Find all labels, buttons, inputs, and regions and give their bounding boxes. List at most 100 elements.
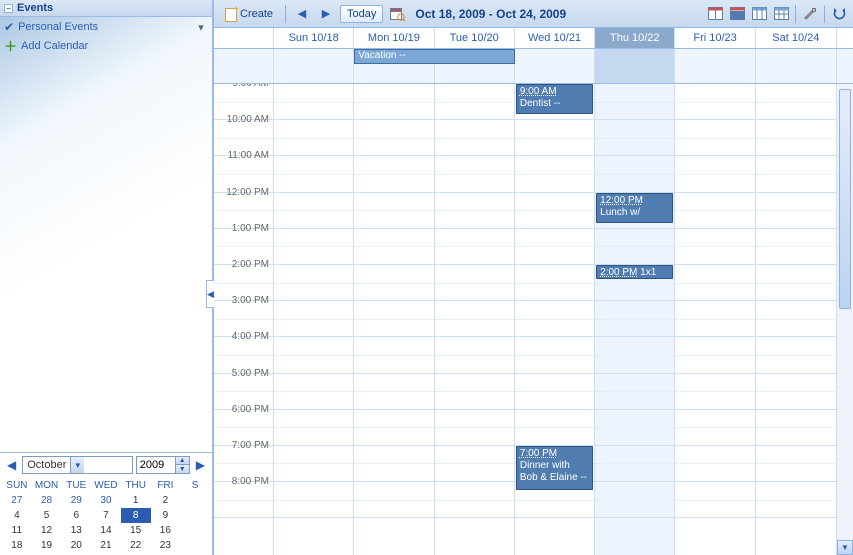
minical-day[interactable]: 14 — [91, 523, 121, 538]
year-input[interactable] — [137, 459, 175, 471]
new-doc-icon — [224, 7, 237, 21]
create-button[interactable]: Create — [218, 4, 279, 24]
day-header[interactable]: Wed 10/21 — [515, 28, 595, 48]
calendar-event[interactable]: 12:00 PMLunch w/ — [596, 193, 673, 223]
calendar-personal-events[interactable]: ✔ Personal Events ▾ — [4, 19, 208, 35]
hour-label: 7:00 PM — [232, 440, 269, 451]
minical-day — [180, 523, 210, 538]
day-header[interactable]: Mon 10/19 — [354, 28, 434, 48]
goto-date-button[interactable] — [387, 4, 407, 24]
next-week-button[interactable]: ▶ — [316, 4, 336, 24]
scrollbar-thumb[interactable] — [839, 89, 851, 309]
add-calendar-label: Add Calendar — [21, 40, 88, 52]
calendar-list: ✔ Personal Events ▾ ＋ Add Calendar — [0, 17, 212, 58]
minical-day[interactable]: 23 — [151, 538, 181, 553]
settings-button[interactable] — [800, 4, 820, 24]
day-header-row: Sun 10/18Mon 10/19Tue 10/20Wed 10/21Thu … — [214, 28, 853, 49]
minical-day[interactable]: 2 — [151, 493, 181, 508]
view-workweek-button[interactable] — [727, 4, 747, 24]
day-column[interactable] — [274, 84, 354, 555]
minical-day[interactable]: 21 — [91, 538, 121, 553]
minical-grid: SUNMONTUEWEDTHUFRIS 27282930124567891112… — [2, 478, 210, 553]
hour-label: 10:00 AM — [227, 114, 269, 125]
minical-day[interactable]: 30 — [91, 493, 121, 508]
minical-dow: SUN — [2, 478, 32, 493]
main: Create ◀ ▶ Today Oct 18, 2009 - Oct 24, … — [213, 0, 853, 555]
minical-day[interactable]: 19 — [32, 538, 62, 553]
day-header[interactable]: Tue 10/20 — [435, 28, 515, 48]
check-icon: ✔ — [4, 20, 14, 34]
allday-cell[interactable] — [274, 49, 354, 83]
minical-day[interactable]: 6 — [61, 508, 91, 523]
minical-day[interactable]: 15 — [121, 523, 151, 538]
day-header[interactable]: Fri 10/23 — [675, 28, 755, 48]
allday-cell[interactable] — [595, 49, 675, 83]
today-button[interactable]: Today — [340, 5, 383, 23]
sidebar-collapse-tab[interactable]: ◀ — [206, 280, 214, 308]
minical-dow: WED — [91, 478, 121, 493]
minical-day[interactable]: 5 — [32, 508, 62, 523]
year-spinner[interactable]: ▲▼ — [136, 456, 190, 474]
minical-day[interactable]: 13 — [61, 523, 91, 538]
month-select[interactable]: October ▼ — [22, 456, 133, 474]
refresh-button[interactable] — [829, 4, 849, 24]
minical-day[interactable]: 29 — [61, 493, 91, 508]
minical-dow: S — [180, 478, 210, 493]
minical-dow: TUE — [61, 478, 91, 493]
minical-prev[interactable]: ◀ — [4, 458, 19, 472]
minical-day[interactable]: 12 — [32, 523, 62, 538]
add-calendar[interactable]: ＋ Add Calendar — [4, 35, 208, 56]
day-header[interactable]: Sat 10/24 — [756, 28, 836, 48]
day-header[interactable]: Thu 10/22 — [595, 28, 675, 48]
minical-day[interactable]: 28 — [32, 493, 62, 508]
minical-day[interactable]: 11 — [2, 523, 32, 538]
hour-label: 3:00 PM — [232, 295, 269, 306]
day-column[interactable] — [675, 84, 755, 555]
chevron-down-icon[interactable]: ▼ — [70, 457, 84, 473]
scroll-down-icon[interactable]: ▼ — [837, 540, 853, 555]
minical-day[interactable]: 7 — [91, 508, 121, 523]
allday-cell[interactable] — [756, 49, 836, 83]
minical-day — [180, 508, 210, 523]
vertical-scrollbar[interactable]: ▼ — [836, 84, 853, 555]
minical-day[interactable]: 8 — [121, 508, 151, 523]
hour-label: 6:00 PM — [232, 404, 269, 415]
prev-week-button[interactable]: ◀ — [292, 4, 312, 24]
calendar-event[interactable]: 2:00 PM 1x1 — [596, 265, 673, 279]
minical-day[interactable]: 4 — [2, 508, 32, 523]
hour-label: 8:00 PM — [232, 476, 269, 487]
collapse-icon[interactable]: − — [4, 4, 13, 13]
minical-day[interactable]: 20 — [61, 538, 91, 553]
day-column[interactable] — [435, 84, 515, 555]
minical-next[interactable]: ▶ — [193, 458, 208, 472]
minical-day — [180, 493, 210, 508]
day-column[interactable] — [354, 84, 434, 555]
view-month-button[interactable] — [771, 4, 791, 24]
day-column[interactable] — [595, 84, 675, 555]
calendar-event[interactable]: 7:00 PMDinner with Bob & Elaine -- — [516, 446, 593, 490]
minical-day[interactable]: 1 — [121, 493, 151, 508]
minical-day — [180, 538, 210, 553]
minical-day[interactable]: 16 — [151, 523, 181, 538]
time-grid: 9:00 AM10:00 AM11:00 AM12:00 PM1:00 PM2:… — [214, 84, 853, 555]
sidebar-header: − Events — [0, 0, 212, 17]
spin-down[interactable]: ▼ — [176, 465, 189, 473]
view-week-button[interactable] — [749, 4, 769, 24]
minical-day[interactable]: 18 — [2, 538, 32, 553]
allday-cell[interactable] — [515, 49, 595, 83]
minical-day[interactable]: 27 — [2, 493, 32, 508]
allday-cell[interactable] — [675, 49, 755, 83]
minical-day[interactable]: 22 — [121, 538, 151, 553]
hour-label: 12:00 PM — [226, 187, 269, 198]
calendar-event[interactable]: 9:00 AMDentist -- — [516, 84, 593, 114]
allday-row: Vacation -- — [214, 49, 853, 84]
hour-label: 2:00 PM — [232, 259, 269, 270]
spin-up[interactable]: ▲ — [176, 457, 189, 465]
sidebar-title: Events — [17, 2, 53, 14]
day-header[interactable]: Sun 10/18 — [274, 28, 354, 48]
minical-day[interactable]: 9 — [151, 508, 181, 523]
view-day-button[interactable] — [705, 4, 725, 24]
allday-event[interactable]: Vacation -- — [354, 49, 515, 64]
chevron-down-icon[interactable]: ▾ — [194, 21, 208, 34]
day-column[interactable] — [756, 84, 836, 555]
